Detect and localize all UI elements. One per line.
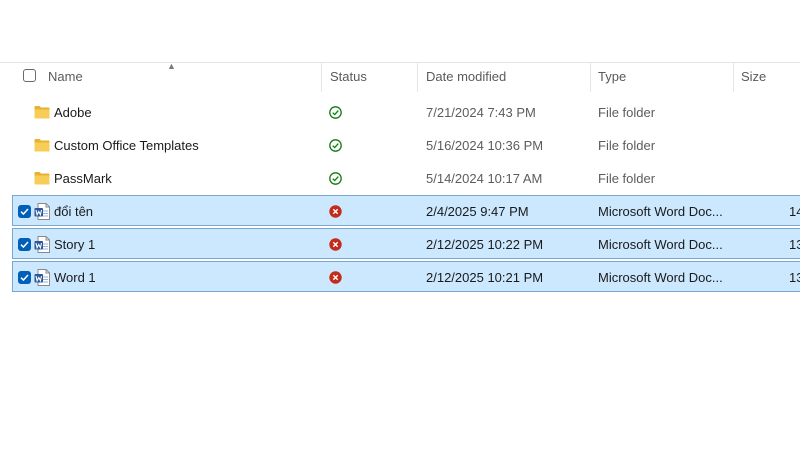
select-all-checkbox[interactable]	[23, 69, 36, 82]
file-row[interactable]: Custom Office Templates 5/16/2024 10:36 P…	[12, 129, 800, 160]
file-type: Microsoft Word Doc...	[598, 270, 723, 285]
sort-ascending-icon: ▲	[167, 61, 176, 71]
file-name: Custom Office Templates	[54, 138, 199, 153]
word-document-icon	[34, 269, 50, 289]
file-row[interactable]: đổi tên 2/4/2025 9:47 PM Microsoft Word Do…	[12, 195, 800, 226]
column-date-modified[interactable]: Date modified	[426, 62, 506, 92]
column-name[interactable]: Name	[48, 62, 83, 92]
synced-icon	[329, 139, 342, 155]
column-header: Name ▲ Status Date modified Type Size	[0, 61, 800, 92]
folder-icon	[34, 105, 50, 122]
word-document-icon	[34, 203, 50, 223]
file-name: Word 1	[54, 270, 96, 285]
row-checkbox[interactable]	[18, 205, 31, 218]
file-type: File folder	[598, 138, 656, 153]
word-document-icon	[34, 236, 50, 256]
column-type[interactable]: Type	[598, 62, 626, 92]
file-name: Story 1	[54, 237, 96, 252]
date-modified: 5/14/2024 10:17 AM	[426, 171, 543, 186]
column-divider[interactable]	[590, 62, 591, 92]
file-size: 14	[789, 204, 800, 219]
sync-error-icon	[329, 271, 342, 287]
toolbar-area	[0, 0, 800, 63]
sync-error-icon	[329, 205, 342, 221]
column-divider[interactable]	[733, 62, 734, 92]
row-checkbox[interactable]	[18, 271, 31, 284]
file-row[interactable]: Story 1 2/12/2025 10:22 PM Microsoft Word …	[12, 228, 800, 259]
file-row[interactable]: PassMark 5/14/2024 10:17 AM File folder	[12, 162, 800, 193]
file-name: Adobe	[54, 105, 92, 120]
column-divider[interactable]	[321, 62, 322, 92]
file-size: 13	[789, 237, 800, 252]
file-size: 13	[789, 270, 800, 285]
file-type: File folder	[598, 105, 656, 120]
file-row[interactable]: Word 1 2/12/2025 10:21 PM Microsoft Word D…	[12, 261, 800, 292]
column-status[interactable]: Status	[330, 62, 367, 92]
column-divider[interactable]	[417, 62, 418, 92]
synced-icon	[329, 106, 342, 122]
folder-icon	[34, 171, 50, 188]
sync-error-icon	[329, 238, 342, 254]
file-type: Microsoft Word Doc...	[598, 204, 723, 219]
file-type: File folder	[598, 171, 656, 186]
date-modified: 2/4/2025 9:47 PM	[426, 204, 529, 219]
date-modified: 7/21/2024 7:43 PM	[426, 105, 536, 120]
file-row[interactable]: Adobe 7/21/2024 7:43 PM File folder	[12, 96, 800, 127]
column-size[interactable]: Size	[741, 62, 766, 92]
file-type: Microsoft Word Doc...	[598, 237, 723, 252]
date-modified: 5/16/2024 10:36 PM	[426, 138, 544, 153]
folder-icon	[34, 138, 50, 155]
file-name: PassMark	[54, 171, 112, 186]
row-checkbox[interactable]	[18, 238, 31, 251]
synced-icon	[329, 172, 342, 188]
date-modified: 2/12/2025 10:21 PM	[426, 270, 544, 285]
file-name: đổi tên	[54, 204, 94, 219]
date-modified: 2/12/2025 10:22 PM	[426, 237, 544, 252]
